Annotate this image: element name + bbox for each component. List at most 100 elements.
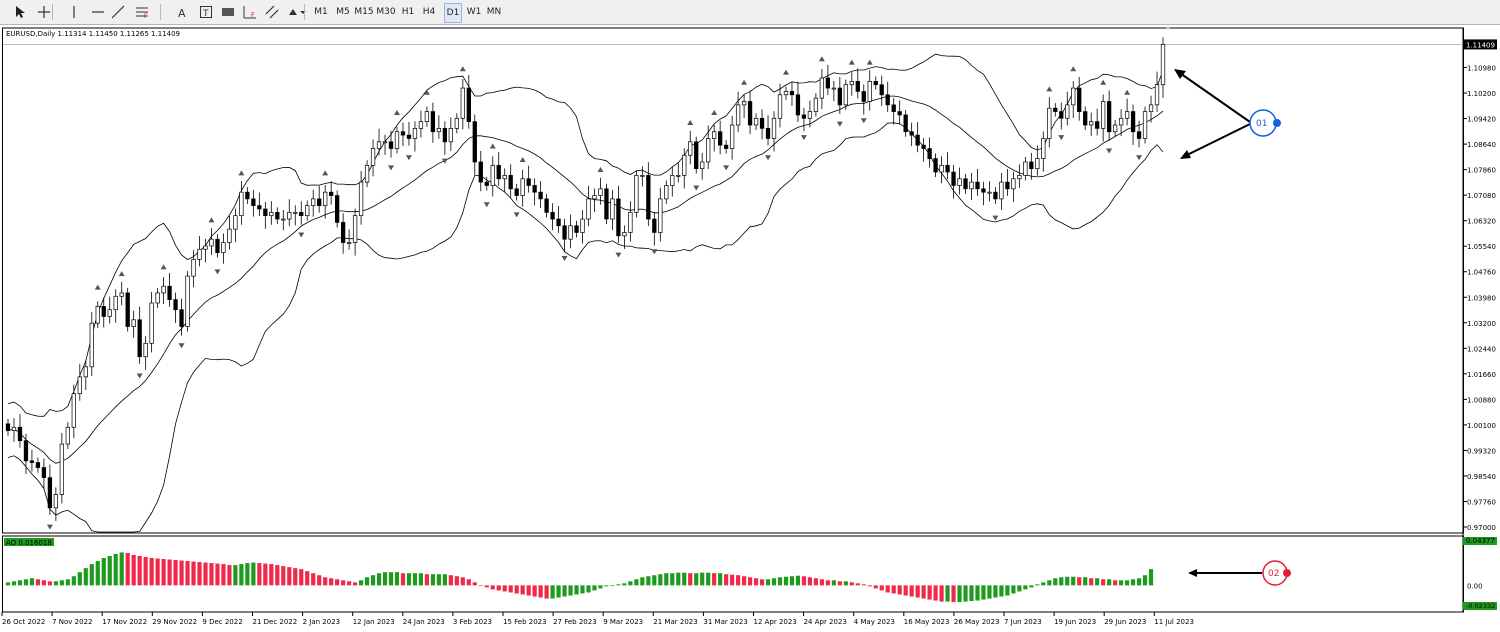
ao-bar — [592, 585, 597, 591]
date-tick-label: 17 Nov 2022 — [102, 618, 147, 626]
ao-bar — [508, 585, 513, 593]
bullish-candle — [1023, 161, 1028, 176]
bullish-candle — [634, 175, 639, 213]
bearish-candle — [765, 128, 771, 139]
ao-bar — [658, 574, 663, 586]
ao-bar — [849, 582, 854, 586]
bullish-candle — [113, 295, 118, 311]
bearish-candle — [747, 101, 753, 126]
fractal-down-marker — [723, 165, 730, 171]
bullish-candle — [191, 258, 196, 277]
timeframe-m5[interactable]: M5 — [334, 3, 352, 21]
main-panel-frame — [2, 27, 1464, 534]
price-tick-label: 1.10200 — [1467, 90, 1496, 98]
ao-bar — [694, 573, 699, 586]
ao-bar — [1083, 577, 1088, 586]
timeframe-w1[interactable]: W1 — [466, 3, 482, 21]
timeframe-m15[interactable]: M15 — [354, 3, 374, 21]
price-tick-label: 0.99320 — [1467, 447, 1496, 455]
ao-bar — [939, 585, 944, 602]
fibonacci-icon[interactable]: F — [132, 3, 152, 21]
bullish-candle — [807, 111, 813, 119]
bearish-candle — [430, 111, 436, 133]
ao-bar — [885, 585, 890, 593]
bullish-candle — [287, 211, 292, 220]
ao-bar — [197, 562, 202, 586]
bearish-candle — [472, 121, 477, 163]
fractal-up-marker — [322, 170, 329, 176]
chart-area[interactable]: EURUSD,Daily 1.11314 1.11450 1.11265 1.1… — [0, 24, 1500, 632]
bearish-candle — [1053, 107, 1058, 112]
fibo-fan-icon[interactable]: F — [240, 3, 260, 21]
date-tick-label: 9 Mar 2023 — [603, 618, 643, 626]
ao-bar — [167, 559, 172, 586]
bearish-candle — [550, 211, 555, 220]
horizontal-line-icon[interactable] — [88, 3, 108, 21]
ao-bar — [741, 576, 747, 586]
bullish-candle — [185, 275, 190, 327]
fractal-up-marker — [818, 56, 825, 62]
annotation-arrow-lower — [1182, 123, 1251, 158]
bearish-candle — [532, 185, 537, 193]
ao-bar — [975, 585, 980, 601]
crosshair-icon[interactable] — [34, 3, 54, 21]
bullish-candle — [658, 198, 663, 233]
date-tick-label: 9 Dec 2022 — [202, 618, 242, 626]
bearish-candle — [442, 128, 448, 143]
text-label-icon[interactable]: T — [196, 3, 216, 21]
vertical-line-icon[interactable] — [64, 3, 84, 21]
ao-bar — [616, 584, 621, 586]
ao-bar — [478, 585, 483, 586]
ao-bar — [329, 578, 334, 586]
ao-bar — [927, 585, 932, 600]
rectangle-icon[interactable] — [218, 3, 238, 21]
toolbar-separator — [52, 4, 53, 20]
ao-bar — [993, 585, 998, 598]
ao-bar — [843, 581, 848, 586]
svg-text:T: T — [202, 9, 209, 19]
cursor-icon[interactable] — [10, 3, 30, 21]
fractal-up-marker — [393, 109, 400, 115]
ao-bar — [394, 572, 400, 586]
bullish-candle — [197, 248, 202, 260]
ao-bar — [652, 575, 657, 586]
fractal-down-marker — [1106, 148, 1113, 154]
bearish-candle — [993, 191, 998, 200]
ao-bar — [753, 578, 759, 586]
ao-bar — [77, 572, 82, 586]
price-tick-label: 0.97760 — [1467, 498, 1496, 506]
bearish-candle — [933, 158, 938, 173]
annotation-arrowhead-upper — [1174, 69, 1186, 79]
ao-bar — [670, 573, 675, 586]
ao-bar — [490, 585, 495, 590]
bullish-candle — [227, 228, 232, 243]
ao-bar — [23, 579, 29, 586]
bullish-candle — [1071, 87, 1076, 106]
ao-bar — [688, 573, 693, 586]
ao-bar — [155, 558, 160, 586]
bullish-candle — [424, 111, 430, 123]
fractal-up-marker — [711, 109, 718, 115]
date-tick-label: 26 Oct 2022 — [2, 618, 45, 626]
bullish-candle — [580, 218, 585, 233]
price-tick-label: 1.07080 — [1467, 192, 1496, 200]
ao-bar — [544, 585, 549, 599]
bullish-candle — [143, 342, 148, 358]
ao-bar — [382, 572, 388, 586]
timeframe-d1[interactable]: D1 — [444, 3, 462, 23]
text-icon[interactable]: A — [172, 3, 192, 21]
fractal-down-marker — [860, 118, 867, 124]
channel-icon[interactable] — [262, 3, 282, 21]
ao-bar — [789, 576, 795, 586]
timeframe-h1[interactable]: H1 — [400, 3, 416, 21]
trendline-icon[interactable] — [108, 3, 128, 21]
timeframe-m1[interactable]: M1 — [312, 3, 330, 21]
bullish-candle — [849, 81, 854, 86]
ao-bar — [430, 574, 435, 586]
ao-bar — [981, 585, 986, 600]
timeframe-mn[interactable]: MN — [486, 3, 502, 21]
bearish-candle — [544, 198, 549, 213]
ao-bar — [11, 581, 17, 586]
timeframe-m30[interactable]: M30 — [376, 3, 396, 21]
timeframe-h4[interactable]: H4 — [421, 3, 437, 21]
